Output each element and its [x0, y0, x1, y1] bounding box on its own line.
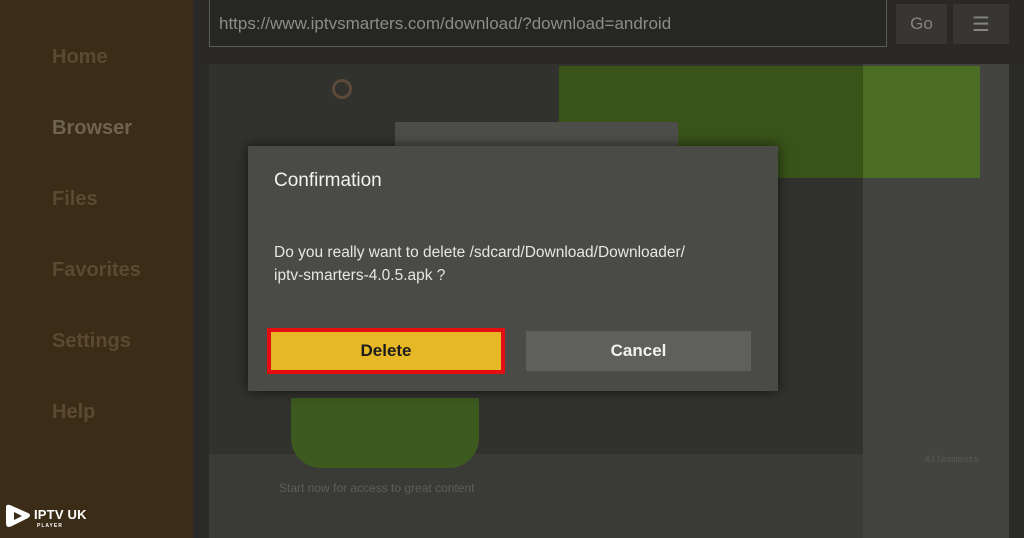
dialog-title: Confirmation — [274, 170, 382, 191]
dialog-message: Do you really want to delete /sdcard/Dow… — [274, 241, 764, 287]
webpage-start-text: Start now for access to great content — [279, 481, 475, 495]
go-button[interactable]: Go — [896, 4, 947, 44]
dialog-message-line2: iptv-smarters-4.0.5.apk ? — [274, 267, 446, 284]
sidebar-item-settings[interactable]: Settings — [52, 330, 131, 353]
webpage-download-button[interactable] — [291, 398, 479, 468]
sidebar-item-home[interactable]: Home — [52, 46, 108, 69]
url-input[interactable]: https://www.iptvsmarters.com/download/?d… — [209, 0, 887, 47]
play-icon — [6, 504, 30, 527]
hamburger-menu-icon[interactable]: ☰ — [953, 4, 1009, 44]
sidebar-item-browser[interactable]: Browser — [52, 117, 132, 140]
sidebar-item-help[interactable]: Help — [52, 401, 95, 424]
delete-button[interactable]: Delete — [267, 328, 505, 374]
sidebar: Home Browser Files Favorites Settings He… — [0, 0, 193, 538]
logo-subtitle: PLAYER — [37, 523, 63, 529]
sidebar-item-favorites[interactable]: Favorites — [52, 259, 141, 282]
sidebar-item-files[interactable]: Files — [52, 188, 98, 211]
webpage-side-text: Alloaments — [925, 455, 980, 465]
webpage-logo-icon — [332, 79, 352, 99]
dialog-message-line1: Do you really want to delete /sdcard/Dow… — [274, 244, 685, 261]
logo-title: IPTV UK — [34, 507, 87, 522]
webpage-bar — [395, 122, 678, 146]
cancel-button[interactable]: Cancel — [526, 331, 751, 371]
